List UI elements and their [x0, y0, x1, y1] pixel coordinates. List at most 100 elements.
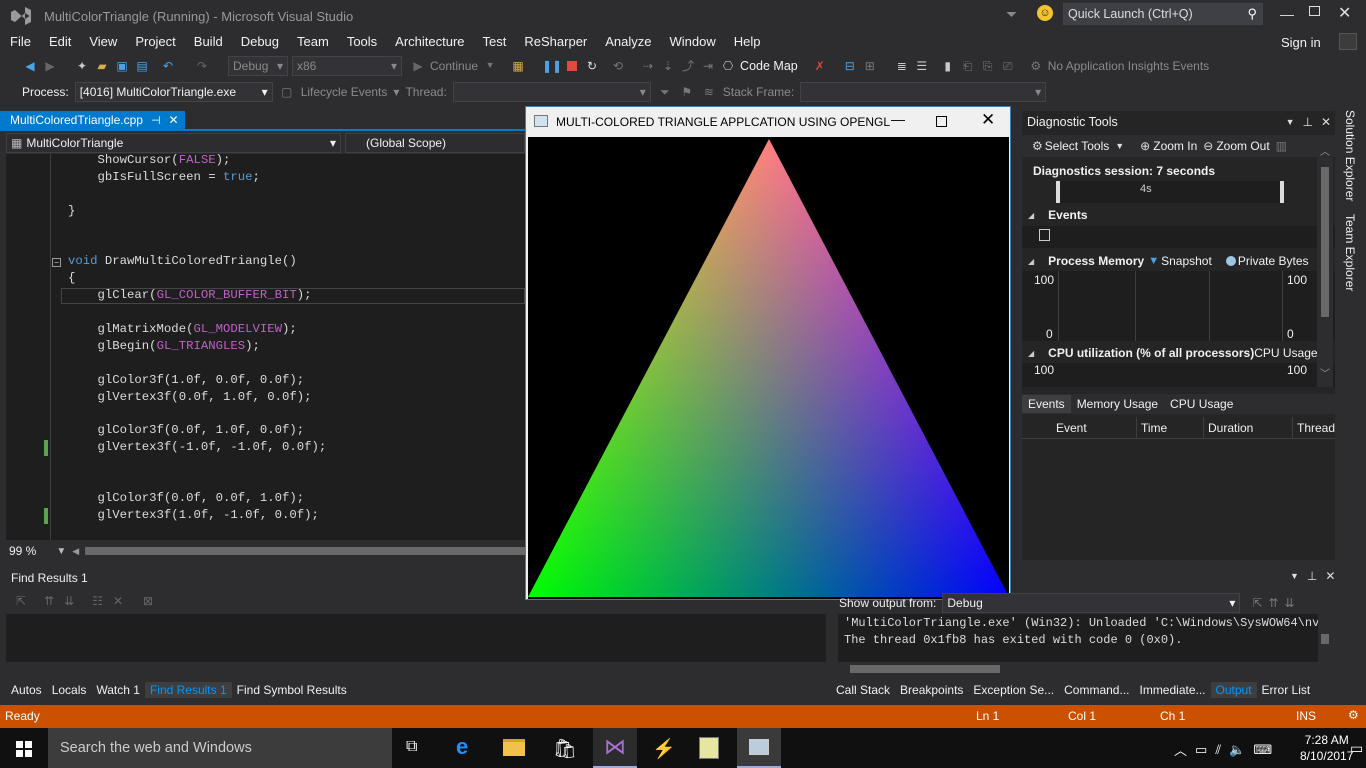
close-tab-icon[interactable]: ✕ — [169, 113, 179, 127]
collapse-icon[interactable]: ◢ — [1028, 211, 1034, 220]
tab-output[interactable]: Output — [1210, 682, 1257, 698]
menu-view[interactable]: View — [80, 33, 126, 51]
column-thread[interactable]: Thread — [1292, 417, 1335, 439]
bookmark-prev-icon[interactable]: ⎗ — [960, 58, 976, 74]
opengl-app-taskbar-icon[interactable] — [737, 728, 781, 768]
step-over-icon[interactable]: ⇢ — [640, 58, 656, 74]
column-duration[interactable]: Duration — [1203, 417, 1253, 439]
select-tools-button[interactable]: Select Tools — [1045, 139, 1109, 153]
action-center-icon[interactable]: ▭ — [1350, 740, 1363, 757]
output-hscroll[interactable] — [838, 662, 1312, 676]
store-icon[interactable]: 🛍 — [553, 737, 577, 761]
zoom-out-button[interactable]: Zoom Out — [1216, 139, 1269, 153]
tab-exception-settings[interactable]: Exception Se... — [968, 683, 1059, 697]
solution-config-dropdown[interactable]: Debug ▾ — [228, 55, 288, 76]
tab-find-symbol-results[interactable]: Find Symbol Results — [232, 683, 352, 697]
continue-button[interactable]: Continue — [430, 59, 478, 73]
undo-icon[interactable]: ↶ — [160, 58, 176, 74]
goto-icon[interactable]: ⇱ — [16, 594, 26, 608]
tab-command[interactable]: Command... — [1059, 683, 1134, 697]
chevron-down-icon[interactable]: ▼ — [482, 58, 498, 74]
layout2-icon[interactable]: ⊞ — [862, 58, 878, 74]
bookmark-clear-icon[interactable]: ⎚ — [1000, 58, 1016, 74]
column-time[interactable]: Time — [1136, 417, 1167, 439]
keyboard-icon[interactable]: ⌨ — [1253, 742, 1272, 758]
clock[interactable]: 7:28 AM 8/10/2017 — [1300, 732, 1353, 764]
project-dropdown[interactable]: ▦ MultiColorTriangle ▾ — [6, 133, 341, 153]
quick-launch-input[interactable]: Quick Launch (Ctrl+Q) ⚲ — [1063, 3, 1263, 25]
menu-analyze[interactable]: Analyze — [596, 33, 660, 51]
comment-icon[interactable]: ☰ — [914, 58, 930, 74]
code-map-icon[interactable]: ⎔ — [720, 58, 736, 74]
collapse-toggle-icon[interactable]: − — [52, 258, 61, 267]
format-icon[interactable]: ≣ — [894, 58, 910, 74]
bookmark-next-icon[interactable]: ⎘ — [980, 58, 996, 74]
clear-icon[interactable]: ⇊ — [1285, 596, 1295, 610]
menu-tools[interactable]: Tools — [338, 33, 386, 51]
menu-architecture[interactable]: Architecture — [386, 33, 473, 51]
filter-icon[interactable]: ⏷ — [1006, 6, 1017, 23]
column-event[interactable]: Event — [1056, 421, 1087, 435]
bookmark-icon[interactable]: ▮ — [940, 58, 956, 74]
next-result-icon[interactable]: ⇊ — [64, 594, 74, 608]
task-view-icon[interactable]: ⧉ — [406, 738, 417, 756]
tab-error-list[interactable]: Error List — [1257, 683, 1316, 697]
filter-icon[interactable]: ⏷ — [657, 84, 673, 100]
notification-icon[interactable]: ⚙ — [1348, 708, 1359, 722]
dropdown-icon[interactable]: ▼ — [1286, 117, 1295, 127]
pause-icon[interactable]: ❚❚ — [542, 58, 562, 74]
save-icon[interactable]: ▣ — [114, 58, 130, 74]
tab-watch-1[interactable]: Watch 1 — [91, 683, 145, 697]
stop-search-icon[interactable]: ⊠ — [143, 594, 153, 608]
tab-autos[interactable]: Autos — [6, 683, 47, 697]
back-icon[interactable]: ◀ — [22, 58, 38, 74]
visual-studio-taskbar-icon[interactable]: ⋈ — [593, 728, 637, 768]
flag-icon[interactable]: ⚑ — [679, 84, 695, 100]
chevron-down-icon[interactable]: ▼ — [56, 546, 66, 557]
events-section-header[interactable]: ◢ Events — [1022, 205, 1335, 225]
maximize-button[interactable] — [936, 116, 947, 127]
tab-memory-usage[interactable]: Memory Usage — [1071, 395, 1164, 413]
taskbar-search-box[interactable]: Search the web and Windows — [48, 728, 392, 768]
layout-icon[interactable]: ⊟ — [842, 58, 858, 74]
pause-events-icon[interactable] — [1039, 229, 1050, 241]
tab-immediate[interactable]: Immediate... — [1134, 683, 1210, 697]
vertical-scrollbar[interactable]: ︿ ﹀ — [1317, 137, 1333, 387]
tab-events[interactable]: Events — [1022, 395, 1071, 413]
chevron-up-icon[interactable]: ︿ — [1174, 740, 1187, 759]
menu-build[interactable]: Build — [185, 33, 232, 51]
find-results-content[interactable] — [6, 614, 826, 662]
collapse-icon[interactable]: ◢ — [1028, 257, 1034, 266]
file-explorer-icon[interactable] — [503, 739, 525, 756]
step-into-icon[interactable]: ⇣ — [660, 58, 676, 74]
menu-test[interactable]: Test — [474, 33, 516, 51]
menu-debug[interactable]: Debug — [232, 33, 288, 51]
sheet-app-icon[interactable] — [699, 737, 719, 759]
thread-dropdown[interactable]: ▾ — [452, 81, 651, 102]
insights-icon[interactable]: ⚙ — [1028, 58, 1044, 74]
horizontal-scrollbar[interactable] — [85, 547, 525, 555]
menu-edit[interactable]: Edit — [40, 33, 80, 51]
scope-dropdown[interactable]: (Global Scope) — [345, 133, 525, 153]
restart-icon[interactable]: ↻ — [584, 58, 600, 74]
network-icon[interactable]: ⫽ — [1215, 742, 1221, 758]
tab-multicoloredtriangle-cpp[interactable]: MultiColoredTriangle.cpp ⊣ ✕ — [0, 111, 185, 129]
list-icon[interactable]: ☷ — [92, 594, 103, 608]
close-panel-icon[interactable]: ✕ — [1321, 115, 1331, 129]
pin-icon[interactable]: ⊥ — [1307, 569, 1317, 583]
insights-dropdown[interactable]: No Application Insights Events — [1048, 59, 1209, 73]
process-memory-header[interactable]: ◢ Process Memory ▼ Snapshot Private Byte… — [1022, 251, 1335, 271]
clear-icon[interactable]: ✕ — [113, 594, 123, 608]
menu-window[interactable]: Window — [661, 33, 725, 51]
find-icon[interactable]: ⇈ — [1268, 596, 1278, 610]
app-icon[interactable]: ⚡ — [652, 737, 676, 761]
stack-frame-dropdown[interactable]: ▾ — [800, 81, 1047, 102]
show-next-icon[interactable]: ⇥ — [700, 58, 716, 74]
scroll-left-icon[interactable]: ◀ — [72, 546, 79, 557]
sign-in-link[interactable]: Sign in — [1272, 34, 1330, 52]
close-button[interactable]: ✕ — [1338, 3, 1351, 23]
tab-locals[interactable]: Locals — [47, 683, 92, 697]
menu-project[interactable]: Project — [126, 33, 184, 51]
open-folder-icon[interactable]: ▰ — [94, 58, 110, 74]
volume-icon[interactable]: 🔈 — [1229, 742, 1245, 758]
